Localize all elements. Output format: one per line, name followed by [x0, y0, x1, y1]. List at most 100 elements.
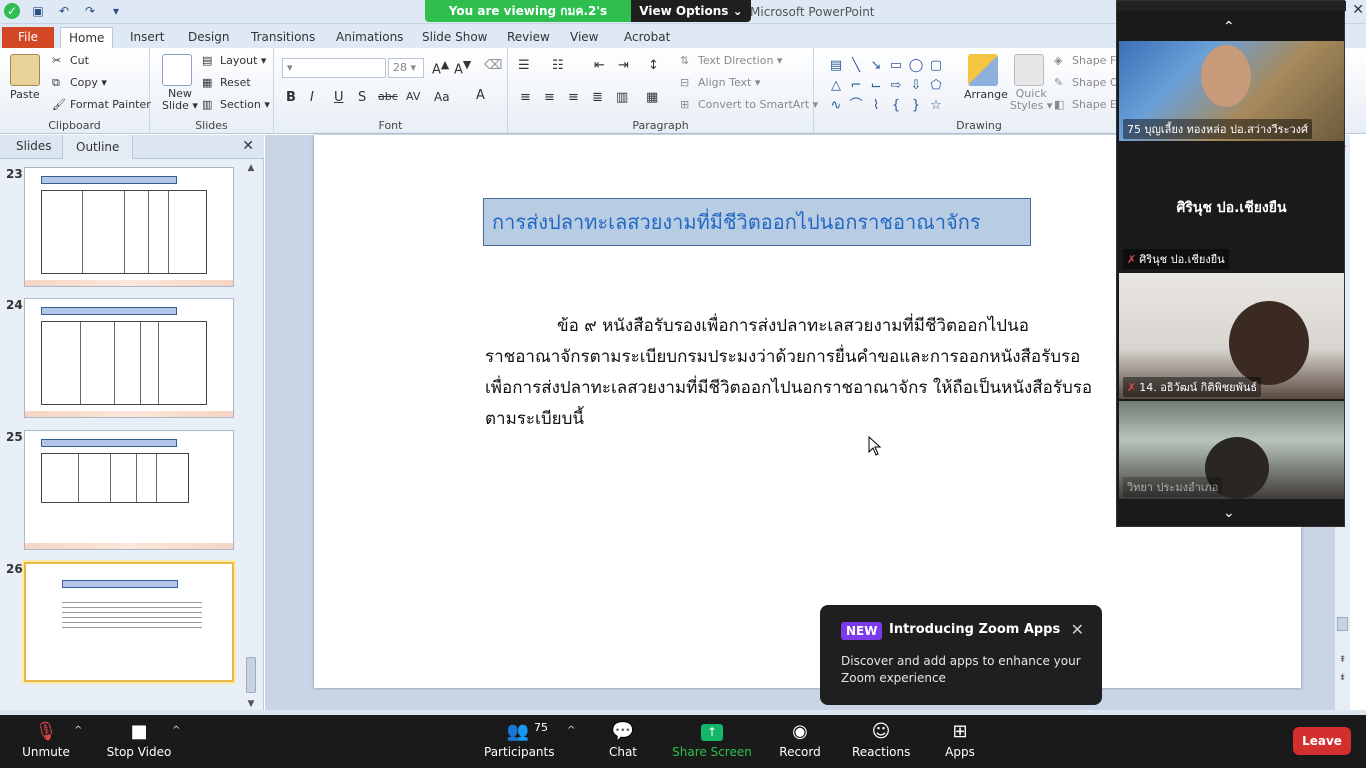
- undo-icon[interactable]: ↶: [56, 3, 72, 19]
- quick-styles-icon[interactable]: [1014, 54, 1044, 86]
- arrange-icon[interactable]: [968, 54, 998, 86]
- arrow-line-icon[interactable]: ↘: [866, 56, 886, 76]
- new-slide-icon[interactable]: [162, 54, 192, 86]
- slide-thumbnail[interactable]: [24, 167, 234, 287]
- shrink-font-icon[interactable]: A▼: [454, 58, 471, 77]
- tab-transitions[interactable]: Transitions: [243, 27, 323, 48]
- leave-button[interactable]: Leave: [1293, 727, 1351, 755]
- customize-qat-icon[interactable]: ▾: [108, 3, 124, 19]
- tab-design[interactable]: Design: [180, 27, 237, 48]
- freeform-icon[interactable]: ⌇: [866, 96, 886, 116]
- stop-video-button[interactable]: ■ Stop Video: [104, 715, 174, 768]
- chevron-down-icon[interactable]: ⌄: [1223, 505, 1235, 521]
- down-arrow-icon[interactable]: ⇩: [906, 76, 926, 96]
- decrease-indent-icon[interactable]: ⇤: [594, 58, 605, 73]
- quick-styles-button[interactable]: Quick Styles ▾: [1010, 88, 1052, 112]
- rounded-rect-icon[interactable]: ▢: [926, 56, 946, 76]
- slide-thumbnail-selected[interactable]: [24, 562, 234, 682]
- close-icon[interactable]: ✕: [1071, 620, 1084, 639]
- arc-icon[interactable]: ⌒: [846, 96, 866, 116]
- paste-icon[interactable]: [10, 54, 40, 86]
- chevron-up-icon[interactable]: ⌃: [1223, 19, 1235, 35]
- grow-font-icon[interactable]: A▲: [432, 58, 449, 77]
- tab-home[interactable]: Home: [60, 27, 114, 48]
- slide-thumbnail[interactable]: [24, 298, 234, 418]
- reset-button[interactable]: ▦ Reset: [202, 76, 251, 90]
- pentagon-icon[interactable]: ⬠: [926, 76, 946, 96]
- video-tile[interactable]: 75 บุญเลี้ยง ทองหล่อ ปอ.สว่างวีระวงศ์: [1119, 41, 1344, 141]
- video-tile[interactable]: ศิรินุช ปอ.เชียงยืน ✗ ศิรินุช ปอ.เชียงยืน: [1119, 143, 1344, 271]
- video-options-caret[interactable]: ^: [172, 725, 180, 736]
- video-tile[interactable]: ✗ 14. อธิวัฒน์ กิติพิชยพันธ์: [1119, 273, 1344, 399]
- apps-button[interactable]: ⊞ Apps: [938, 715, 982, 768]
- tab-animations[interactable]: Animations: [328, 27, 411, 48]
- align-left-icon[interactable]: ≡: [520, 90, 531, 105]
- bullets-icon[interactable]: ☰: [518, 58, 530, 73]
- line-icon[interactable]: ╲: [846, 56, 866, 76]
- unmute-button[interactable]: 🎙 Unmute: [16, 715, 76, 768]
- align-text-button[interactable]: ⊟ Align Text ▾: [680, 76, 760, 90]
- panel-scrollbar[interactable]: ▲ ▼: [245, 163, 257, 709]
- line-spacing-icon[interactable]: ↕: [648, 58, 659, 73]
- change-case-icon[interactable]: Aa: [434, 90, 450, 104]
- share-screen-button[interactable]: ↑ Share Screen: [672, 715, 752, 768]
- tab-review[interactable]: Review: [499, 27, 558, 48]
- underline-icon[interactable]: U: [334, 90, 344, 105]
- cut-button[interactable]: ✂ Cut: [52, 54, 89, 68]
- text-direction-button[interactable]: ⇅ Text Direction ▾: [680, 54, 782, 68]
- numbering-icon[interactable]: ☷: [552, 58, 564, 73]
- video-tile[interactable]: วิทยา ประมงอำเภอ: [1119, 401, 1344, 499]
- strikethrough-icon[interactable]: abc: [378, 90, 398, 103]
- bold-icon[interactable]: B: [286, 90, 296, 105]
- align-center-icon[interactable]: ≡: [544, 90, 555, 105]
- columns-icon[interactable]: ▦: [646, 90, 658, 105]
- tab-acrobat[interactable]: Acrobat: [616, 27, 678, 48]
- participants-options-caret[interactable]: ^: [567, 725, 575, 736]
- align-right-icon[interactable]: ≡: [568, 90, 579, 105]
- convert-smartart-button[interactable]: ⊞ Convert to SmartArt ▾: [680, 98, 818, 112]
- shadow-icon[interactable]: S: [358, 90, 366, 105]
- rectangle-icon[interactable]: ▭: [886, 56, 906, 76]
- record-button[interactable]: ◉ Record: [776, 715, 824, 768]
- paste-button[interactable]: Paste: [10, 88, 40, 101]
- arrange-button[interactable]: Arrange: [964, 88, 1008, 101]
- increase-indent-icon[interactable]: ⇥: [618, 58, 629, 73]
- tab-slide-show[interactable]: Slide Show: [414, 27, 495, 48]
- font-name-combo[interactable]: ▾: [282, 58, 386, 78]
- elbow-icon[interactable]: ⌐: [846, 76, 866, 96]
- brace-left-icon[interactable]: {: [886, 96, 906, 116]
- star-icon[interactable]: ☆: [926, 96, 946, 116]
- curve-icon[interactable]: ∿: [826, 96, 846, 116]
- justify-icon[interactable]: ≣: [592, 90, 603, 105]
- save-icon[interactable]: ▣: [30, 3, 46, 19]
- section-button[interactable]: ▥ Section ▾: [202, 98, 270, 112]
- distributed-icon[interactable]: ▥: [616, 90, 628, 105]
- clear-format-icon[interactable]: ⌫: [484, 58, 502, 73]
- shapes-gallery[interactable]: ▤ ╲ ↘ ▭ ◯ ▢ △ ⌐ ⌙ ⇨ ⇩ ⬠ ∿ ⌒ ⌇{} ☆: [826, 56, 950, 116]
- tab-view[interactable]: View: [562, 27, 606, 48]
- redo-icon[interactable]: ↷: [82, 3, 98, 19]
- copy-button[interactable]: ⧉ Copy ▾: [52, 76, 107, 90]
- shape-outline-button[interactable]: ✎ Shape O: [1054, 76, 1119, 90]
- close-icon[interactable]: ✕: [1352, 2, 1364, 18]
- chat-button[interactable]: 💬 Chat: [600, 715, 646, 768]
- char-spacing-icon[interactable]: AV: [406, 90, 420, 103]
- layout-button[interactable]: ▤ Layout ▾: [202, 54, 266, 68]
- tab-file[interactable]: File: [2, 27, 54, 48]
- triangle-icon[interactable]: △: [826, 76, 846, 96]
- tab-slides[interactable]: Slides: [16, 139, 52, 153]
- font-color-icon[interactable]: A: [476, 88, 485, 103]
- reactions-button[interactable]: ☺ Reactions: [852, 715, 910, 768]
- view-options-button[interactable]: View Options ⌄: [631, 0, 751, 22]
- textbox-icon[interactable]: ▤: [826, 56, 846, 76]
- tab-outline[interactable]: Outline: [62, 135, 134, 159]
- right-arrow-icon[interactable]: ⇨: [886, 76, 906, 96]
- connector-icon[interactable]: ⌙: [866, 76, 886, 96]
- italic-icon[interactable]: I: [310, 90, 314, 105]
- slide-title[interactable]: การส่งปลาทะเลสวยงามที่มีชีวิตออกไปนอกราช…: [483, 198, 1031, 246]
- tab-insert[interactable]: Insert: [122, 27, 172, 48]
- shape-effects-button[interactable]: ◧ Shape E: [1054, 98, 1117, 112]
- new-slide-button[interactable]: New Slide ▾: [162, 88, 198, 112]
- shape-fill-button[interactable]: ◈ Shape Fi: [1054, 54, 1119, 68]
- close-icon[interactable]: ✕: [242, 138, 254, 154]
